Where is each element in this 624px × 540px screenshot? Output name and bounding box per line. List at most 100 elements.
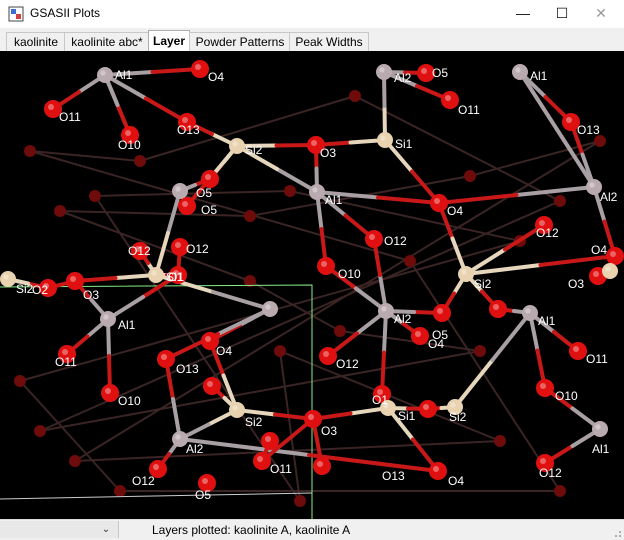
close-button[interactable]: ✕	[578, 0, 624, 28]
chevron-down-icon[interactable]: ⌄	[98, 521, 114, 538]
atom-highlight	[421, 68, 427, 74]
atom-background	[284, 185, 296, 197]
status-text: Layers plotted: kaolinite A, kaolinite A	[152, 523, 351, 537]
atom-label: O13	[382, 469, 405, 483]
atom-label: O5	[195, 488, 211, 502]
atom-label: Al1	[530, 69, 548, 83]
atom-highlight	[232, 141, 238, 147]
atom-label: O12	[132, 474, 155, 488]
atom-background	[349, 90, 361, 102]
atom-si	[229, 138, 245, 154]
maximize-icon: ☐	[555, 5, 569, 21]
structure-plot-canvas[interactable]: Al1 O4 Si2 O3 Al2 O5 Si1 O11 Al1 O13 Al2 O10 O11 O13 A…	[0, 51, 624, 519]
tab-kaolinite[interactable]: kaolinite	[6, 32, 66, 51]
atom-highlight	[153, 464, 159, 470]
atom-al	[100, 311, 116, 327]
atom-label: O1	[372, 393, 388, 407]
atom-highlight	[175, 186, 181, 192]
tab-powder-patterns[interactable]: Powder Patterns	[189, 32, 291, 51]
status-bar: ⌄ Layers plotted: kaolinite A, kaolinite…	[0, 519, 624, 540]
atom-label: O12	[336, 357, 359, 371]
atom-highlight	[434, 198, 440, 204]
atom-highlight	[265, 436, 271, 442]
atom-label: Si1	[395, 137, 413, 151]
atom-highlight	[525, 308, 531, 314]
atom-label: O11	[55, 355, 77, 369]
atom-label: Si2	[245, 143, 263, 157]
atom-background	[34, 425, 46, 437]
tab-peak-widths[interactable]: Peak Widths	[289, 32, 369, 51]
atom-highlight	[450, 402, 456, 408]
bond	[490, 311, 532, 362]
title-bar: GSASII Plots — ☐ ✕	[0, 0, 624, 28]
size-grip-icon[interactable]	[612, 528, 622, 538]
atom-background	[89, 190, 101, 202]
bond	[514, 185, 596, 197]
atom-label: O10	[338, 267, 361, 281]
atom-label: O13	[176, 362, 199, 376]
atom-highlight	[265, 304, 271, 310]
atom-al	[97, 67, 113, 83]
tab-kaolinite-abc[interactable]: kaolinite abc*	[64, 32, 150, 51]
atom-highlight	[3, 274, 9, 280]
atom-background	[494, 435, 506, 447]
atom-label: Si2	[474, 277, 492, 291]
atom-si	[0, 271, 16, 287]
atom-highlight	[195, 64, 201, 70]
atom-label: O12	[539, 466, 562, 480]
atom-al	[309, 184, 325, 200]
atom-label: O4	[216, 344, 232, 358]
atom-highlight	[540, 458, 546, 464]
atom-highlight	[540, 383, 546, 389]
layer-selector[interactable]: ⌄	[0, 521, 119, 538]
atom-highlight	[445, 95, 451, 101]
atom-background	[114, 485, 126, 497]
bond-background	[74, 140, 601, 462]
atom-highlight	[308, 414, 314, 420]
atom-label: O3	[83, 288, 99, 302]
tab-layer[interactable]: Layer	[148, 30, 190, 52]
atom-background	[54, 205, 66, 217]
atom-highlight	[232, 405, 238, 411]
atom-label: Al2	[394, 71, 412, 85]
atom-si	[229, 402, 245, 418]
atom-highlight	[423, 404, 429, 410]
atom-label: Al1	[115, 68, 133, 82]
layer-structure-plot[interactable]: Al1 O4 Si2 O3 Al2 O5 Si1 O11 Al1 O13 Al2 O10 O11 O13 A…	[0, 51, 624, 519]
atom-highlight	[311, 140, 317, 146]
atom-highlight	[207, 381, 213, 387]
atom-highlight	[415, 331, 421, 337]
atom-label: O4	[208, 70, 224, 84]
atom-label: Al1	[538, 314, 556, 328]
atom-highlight	[105, 388, 111, 394]
bond-background	[94, 190, 291, 197]
bond	[211, 290, 272, 311]
atom-highlight	[610, 251, 616, 257]
atom-highlight	[175, 242, 181, 248]
atom-background	[334, 325, 346, 337]
atom-label: O13	[577, 123, 600, 137]
atom-al	[592, 421, 608, 437]
atom-highlight	[151, 270, 157, 276]
atom-highlight	[605, 266, 611, 272]
atom-background	[554, 485, 566, 497]
atom-highlight	[103, 314, 109, 320]
atom-label: O3	[320, 146, 336, 160]
atom-label: O10	[118, 138, 141, 152]
atom-label: O5	[201, 203, 217, 217]
atom-highlight	[161, 354, 167, 360]
atom-label: O3	[568, 277, 584, 291]
atom-label: Si2	[245, 415, 263, 429]
atom-label: Al1	[118, 318, 136, 332]
atom-label: Al2	[600, 190, 618, 204]
bond	[216, 307, 272, 336]
atom-highlight	[312, 187, 318, 193]
minimize-icon: —	[516, 5, 530, 21]
atom-label: Al2	[186, 442, 204, 456]
atom-si	[602, 263, 618, 279]
atom-highlight	[321, 261, 327, 267]
unit-cell-edge	[0, 284, 313, 519]
atom-label: O12	[384, 234, 407, 248]
atom-background	[294, 495, 306, 507]
atom-label: O12	[186, 242, 209, 256]
